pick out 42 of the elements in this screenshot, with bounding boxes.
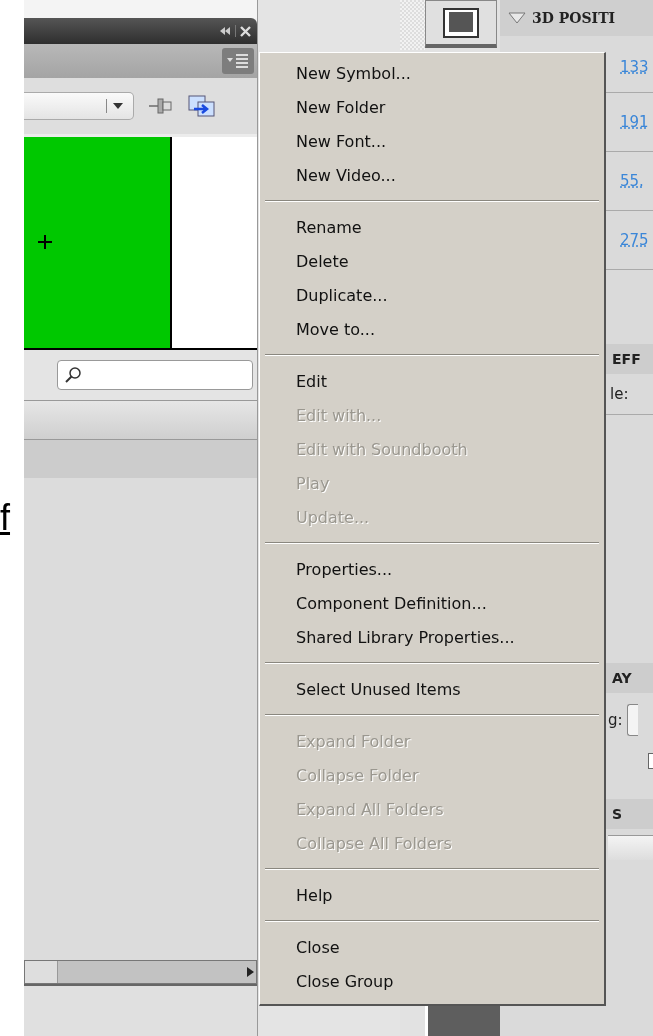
menu-item[interactable]: Select Unused Items xyxy=(263,672,601,706)
close-icon[interactable] xyxy=(240,25,251,37)
collapse-triangle-icon[interactable] xyxy=(508,12,526,24)
menu-item[interactable]: Help xyxy=(263,878,601,912)
menu-item[interactable]: New Video... xyxy=(263,158,601,192)
dropdown[interactable] xyxy=(608,835,653,860)
panel-menu-button[interactable] xyxy=(222,48,254,74)
menu-item[interactable]: Component Definition... xyxy=(263,586,601,620)
field-label: g: xyxy=(608,711,623,729)
square-icon xyxy=(443,7,479,38)
section-title: AY xyxy=(612,670,632,686)
swap-icon[interactable] xyxy=(188,95,216,117)
section-title: S xyxy=(612,806,623,822)
color-swatch-button[interactable] xyxy=(425,0,497,48)
menu-item[interactable]: Close xyxy=(263,930,601,964)
menu-item[interactable]: Rename xyxy=(263,210,601,244)
link-text[interactable]: f xyxy=(0,500,10,536)
crosshair-icon xyxy=(38,235,52,249)
menu-item[interactable]: Duplicate... xyxy=(263,278,601,312)
menu-item[interactable]: New Font... xyxy=(263,124,601,158)
menu-item[interactable]: New Folder xyxy=(263,90,601,124)
search-field[interactable] xyxy=(57,360,253,390)
horizontal-scrollbar[interactable] xyxy=(24,960,257,984)
menu-icon xyxy=(226,53,250,69)
menu-item[interactable]: Properties... xyxy=(263,552,601,586)
field-label: le: xyxy=(610,385,629,403)
scrollbar-thumb[interactable] xyxy=(25,961,58,983)
input-field[interactable] xyxy=(626,704,638,736)
section-title: EFF xyxy=(612,351,641,367)
menu-item[interactable]: Shared Library Properties... xyxy=(263,620,601,654)
search-icon xyxy=(64,366,82,384)
symbol-dropdown[interactable] xyxy=(24,92,134,120)
menu-item[interactable]: Close Group xyxy=(263,964,601,998)
collapse-icon[interactable] xyxy=(219,26,231,36)
scroll-right-icon[interactable] xyxy=(244,966,256,978)
menu-item[interactable]: Delete xyxy=(263,244,601,278)
section-title: 3D POSITI xyxy=(532,10,616,26)
transparency-grid xyxy=(400,0,425,50)
menu-item[interactable]: Move to... xyxy=(263,312,601,346)
pin-icon[interactable] xyxy=(148,96,174,116)
menu-item[interactable]: New Symbol... xyxy=(263,56,601,90)
menu-item[interactable]: Edit xyxy=(263,364,601,398)
